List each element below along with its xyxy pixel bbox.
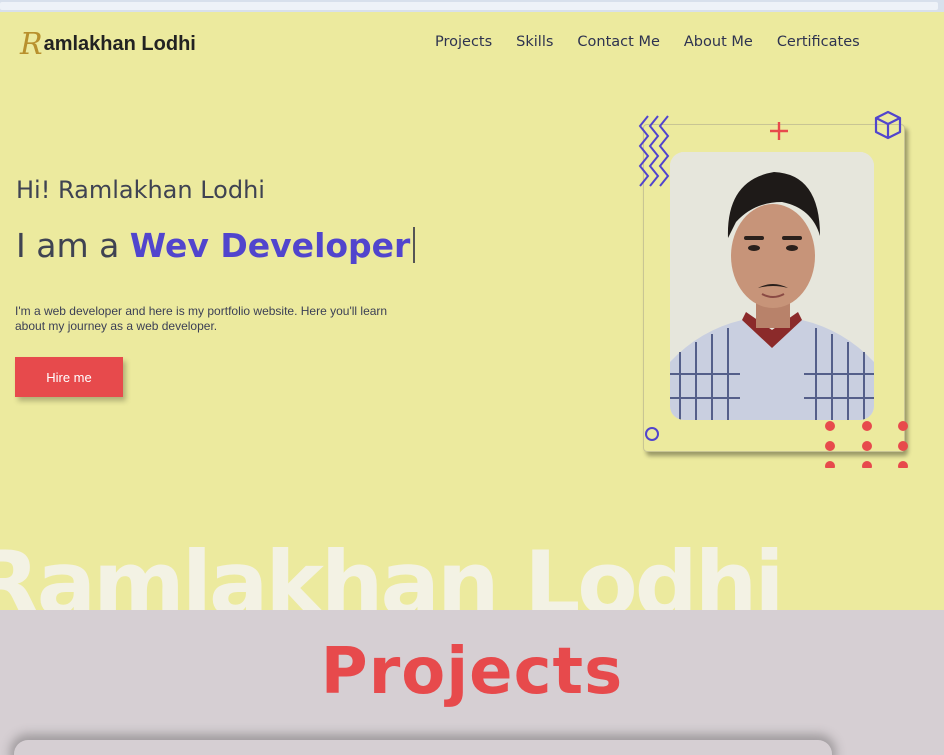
headline-prefix: I am a <box>16 226 130 265</box>
nav-certificates[interactable]: Certificates <box>777 34 860 50</box>
headline-role: Wev Developer <box>129 226 411 265</box>
hero-section: R amlakhan Lodhi Projects Skills Contact… <box>0 12 944 628</box>
dot-grid-icon <box>825 421 908 468</box>
browser-bar <box>0 2 938 10</box>
typed-headline: I am a Wev Developer <box>16 226 416 265</box>
logo-initial: R <box>20 27 43 62</box>
typing-caret <box>413 227 416 263</box>
nav-about-me[interactable]: About Me <box>684 34 753 50</box>
zigzag-icon <box>638 115 670 187</box>
nav-skills[interactable]: Skills <box>516 34 553 50</box>
projects-heading: Projects <box>320 635 624 709</box>
projects-section: Projects <box>0 610 944 755</box>
nav-contact-me[interactable]: Contact Me <box>577 34 659 50</box>
nav-projects[interactable]: Projects <box>435 34 492 50</box>
logo-text: amlakhan Lodhi <box>43 32 196 55</box>
hire-me-button[interactable]: Hire me <box>15 357 123 397</box>
site-logo[interactable]: R amlakhan Lodhi <box>20 26 196 62</box>
intro-description: I'm a web developer and here is my portf… <box>15 304 388 333</box>
plus-icon <box>770 122 788 140</box>
circle-icon <box>645 427 659 441</box>
decoration-layer <box>638 110 908 468</box>
main-nav: Projects Skills Contact Me About Me Cert… <box>435 34 860 50</box>
cube-icon <box>874 110 902 140</box>
greeting: Hi! Ramlakhan Lodhi <box>16 176 265 204</box>
project-card-top-edge <box>14 740 832 755</box>
